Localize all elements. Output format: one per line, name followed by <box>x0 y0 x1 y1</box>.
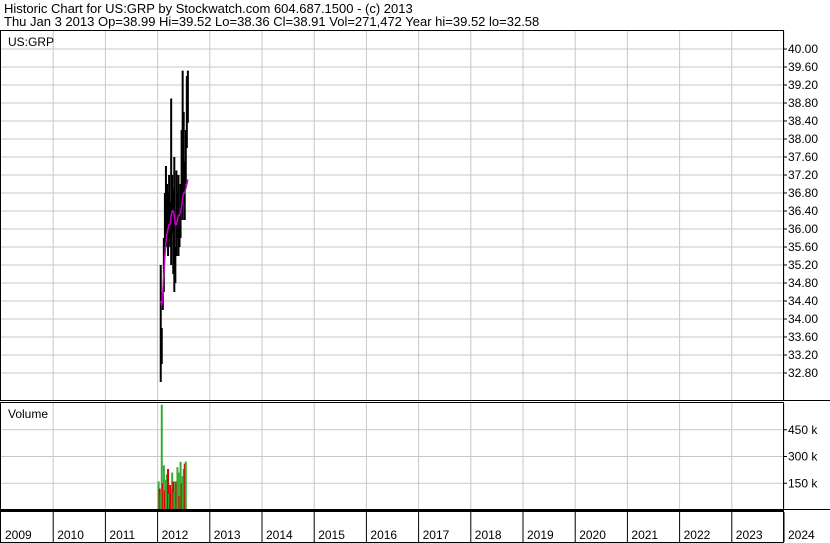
price-tick-label: 39.60 <box>788 60 818 74</box>
volume-tick-label: 300 k <box>788 450 818 464</box>
volume-tick-label: 450 k <box>788 423 818 437</box>
volume-series <box>157 404 187 510</box>
price-tick-label: 39.20 <box>788 78 818 92</box>
x-tick-label: 2017 <box>423 528 450 542</box>
price-tick-label: 38.00 <box>788 132 818 146</box>
price-tick-label: 32.80 <box>788 366 818 380</box>
price-tick-label: 36.80 <box>788 186 818 200</box>
price-tick-label: 33.60 <box>788 330 818 344</box>
price-tick-label: 36.00 <box>788 222 818 236</box>
price-tick-label: 33.20 <box>788 348 818 362</box>
x-tick-label: 2018 <box>475 528 502 542</box>
x-tick-label: 2021 <box>631 528 658 542</box>
x-tick-label: 2012 <box>162 528 189 542</box>
price-tick-label: 40.00 <box>788 42 818 56</box>
price-panel-border <box>0 30 784 401</box>
chart-frame <box>0 30 830 543</box>
price-tick-label: 34.40 <box>788 294 818 308</box>
price-tick-label: 38.40 <box>788 114 818 128</box>
price-tick-label: 38.80 <box>788 96 818 110</box>
symbol-label: US:GRP <box>8 35 54 49</box>
price-tick-label: 34.80 <box>788 276 818 290</box>
price-tick-label: 37.60 <box>788 150 818 164</box>
x-tick-label: 2011 <box>109 528 135 542</box>
x-tick-label: 2022 <box>684 528 711 542</box>
x-tick-label: 2019 <box>527 528 554 542</box>
x-tick-label: 2010 <box>57 528 84 542</box>
x-tick-label: 2016 <box>370 528 397 542</box>
volume-tick-label: 150 k <box>788 476 818 490</box>
price-tick-label: 37.20 <box>788 168 818 182</box>
price-tick-label: 34.00 <box>788 312 818 326</box>
price-tick-label: 35.20 <box>788 258 818 272</box>
chart-labels: 2009 2010 2011 2012 2013 2014 2015 2016 2017 2018… <box>5 35 818 542</box>
x-tick-label: 2013 <box>214 528 241 542</box>
x-tick-label: 2024 <box>788 528 815 542</box>
x-tick-label: 2020 <box>579 528 606 542</box>
x-tick-label: 2015 <box>318 528 345 542</box>
price-volume-chart: 2009 2010 2011 2012 2013 2014 2015 2016 2017 2018… <box>0 30 830 543</box>
volume-label: Volume <box>8 407 48 421</box>
price-series <box>159 70 189 382</box>
price-tick-label: 36.40 <box>788 204 818 218</box>
x-tick-label: 2009 <box>5 528 32 542</box>
x-tick-label: 2023 <box>736 528 763 542</box>
price-tick-label: 35.60 <box>788 240 818 254</box>
x-tick-label: 2014 <box>266 528 293 542</box>
grid-lines <box>1 31 785 542</box>
